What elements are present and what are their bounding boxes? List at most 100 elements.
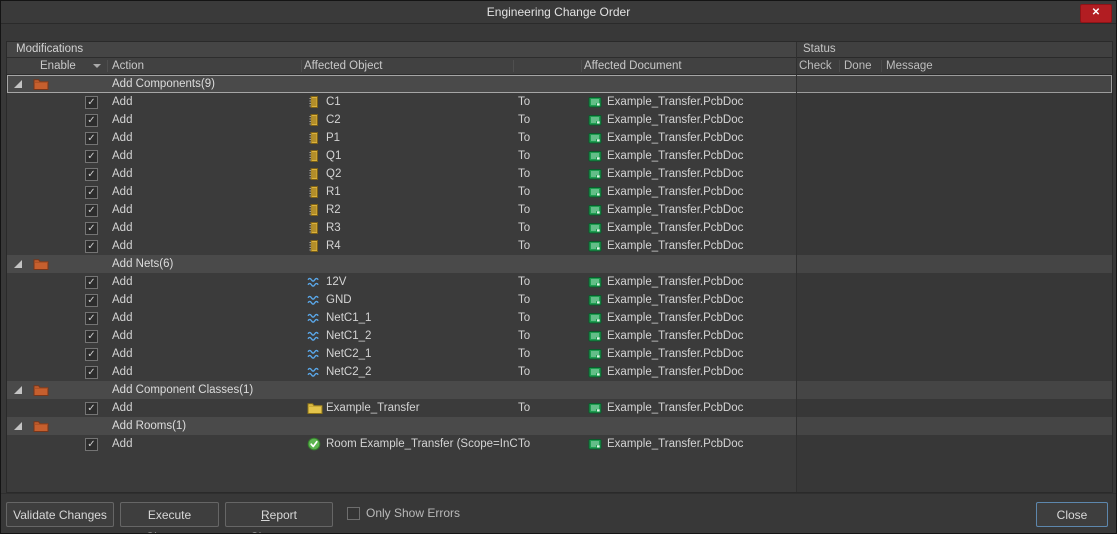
change-row[interactable]: ✓AddP1ToExample_Transfer.PcbDoc <box>7 129 1112 147</box>
change-row[interactable]: ✓AddExample_TransferToExample_Transfer.P… <box>7 399 1112 417</box>
only-show-errors-checkbox[interactable] <box>347 507 360 520</box>
enable-checkbox[interactable]: ✓ <box>85 276 98 289</box>
change-row[interactable]: ✓AddRoom Example_Transfer (Scope=InCorTo… <box>7 435 1112 453</box>
enable-checkbox[interactable]: ✓ <box>85 96 98 109</box>
enable-checkbox[interactable]: ✓ <box>85 132 98 145</box>
change-row[interactable]: ✓AddNetC2_1ToExample_Transfer.PcbDoc <box>7 345 1112 363</box>
to-cell: To <box>518 165 530 183</box>
modifications-panel: Modifications Status Enable Action Affec… <box>6 41 1113 493</box>
to-cell: To <box>518 273 530 291</box>
enable-checkbox[interactable]: ✓ <box>85 150 98 163</box>
group-row[interactable]: Add Component Classes(1) <box>7 381 1112 399</box>
group-row[interactable]: Add Components(9) <box>7 75 1112 93</box>
document-cell: Example_Transfer.PcbDoc <box>607 111 743 129</box>
column-separator <box>881 60 882 72</box>
only-show-errors-label[interactable]: Only Show Errors <box>366 506 460 521</box>
enable-checkbox[interactable]: ✓ <box>85 204 98 217</box>
action-cell: Add <box>112 129 132 147</box>
changes-list: Add Components(9)✓AddC1ToExample_Transfe… <box>7 75 1112 453</box>
execute-changes-button[interactable]: Execute Changes <box>120 502 219 527</box>
enable-checkbox[interactable]: ✓ <box>85 366 98 379</box>
folder-red-icon <box>33 419 49 433</box>
titlebar[interactable]: Engineering Change Order ✕ <box>1 1 1116 24</box>
object-cell: R3 <box>326 219 517 237</box>
column-affected-document[interactable]: Affected Document <box>584 58 682 74</box>
change-row[interactable]: ✓AddNetC1_2ToExample_Transfer.PcbDoc <box>7 327 1112 345</box>
component-icon <box>307 239 321 253</box>
object-cell: NetC2_2 <box>326 363 517 381</box>
enable-checkbox[interactable]: ✓ <box>85 186 98 199</box>
folder-red-icon <box>33 383 49 397</box>
change-row[interactable]: ✓AddGNDToExample_Transfer.PcbDoc <box>7 291 1112 309</box>
column-done[interactable]: Done <box>844 58 872 74</box>
document-cell: Example_Transfer.PcbDoc <box>607 399 743 417</box>
change-row[interactable]: ✓AddNetC2_2ToExample_Transfer.PcbDoc <box>7 363 1112 381</box>
pcbdoc-icon <box>588 113 602 127</box>
column-affected-object[interactable]: Affected Object <box>304 58 382 74</box>
document-cell: Example_Transfer.PcbDoc <box>607 165 743 183</box>
pcbdoc-icon <box>588 185 602 199</box>
net-icon <box>307 293 321 307</box>
change-row[interactable]: ✓Add12VToExample_Transfer.PcbDoc <box>7 273 1112 291</box>
component-icon <box>307 131 321 145</box>
object-cell: GND <box>326 291 517 309</box>
to-cell: To <box>518 309 530 327</box>
enable-checkbox[interactable]: ✓ <box>85 168 98 181</box>
change-row[interactable]: ✓AddNetC1_1ToExample_Transfer.PcbDoc <box>7 309 1112 327</box>
change-row[interactable]: ✓AddR4ToExample_Transfer.PcbDoc <box>7 237 1112 255</box>
change-row[interactable]: ✓AddC1ToExample_Transfer.PcbDoc <box>7 93 1112 111</box>
component-icon <box>307 113 321 127</box>
to-cell: To <box>518 291 530 309</box>
change-row[interactable]: ✓AddR2ToExample_Transfer.PcbDoc <box>7 201 1112 219</box>
document-cell: Example_Transfer.PcbDoc <box>607 219 743 237</box>
net-icon <box>307 311 321 325</box>
document-cell: Example_Transfer.PcbDoc <box>607 237 743 255</box>
enable-checkbox[interactable]: ✓ <box>85 240 98 253</box>
document-cell: Example_Transfer.PcbDoc <box>607 183 743 201</box>
report-changes-button[interactable]: Report Changes... <box>225 502 333 527</box>
collapse-icon[interactable] <box>14 422 22 430</box>
group-row[interactable]: Add Rooms(1) <box>7 417 1112 435</box>
enable-checkbox[interactable]: ✓ <box>85 114 98 127</box>
action-cell: Add <box>112 201 132 219</box>
action-cell: Add <box>112 399 132 417</box>
group-label: Add Components(9) <box>112 75 215 93</box>
change-row[interactable]: ✓AddQ2ToExample_Transfer.PcbDoc <box>7 165 1112 183</box>
column-message[interactable]: Message <box>886 58 933 74</box>
group-row[interactable]: Add Nets(6) <box>7 255 1112 273</box>
document-cell: Example_Transfer.PcbDoc <box>607 435 743 453</box>
enable-checkbox[interactable]: ✓ <box>85 348 98 361</box>
enable-checkbox[interactable]: ✓ <box>85 294 98 307</box>
action-cell: Add <box>112 363 132 381</box>
validate-changes-button[interactable]: Validate Changes <box>6 502 114 527</box>
document-cell: Example_Transfer.PcbDoc <box>607 291 743 309</box>
change-row[interactable]: ✓AddR3ToExample_Transfer.PcbDoc <box>7 219 1112 237</box>
column-check[interactable]: Check <box>799 58 832 74</box>
pcbdoc-icon <box>588 239 602 253</box>
sort-desc-icon[interactable] <box>93 64 101 72</box>
enable-checkbox[interactable]: ✓ <box>85 438 98 451</box>
folder-red-icon <box>33 77 49 91</box>
object-cell: NetC2_1 <box>326 345 517 363</box>
column-separator <box>513 60 514 72</box>
column-enable[interactable]: Enable <box>40 58 76 74</box>
to-cell: To <box>518 327 530 345</box>
enable-checkbox[interactable]: ✓ <box>85 312 98 325</box>
to-cell: To <box>518 237 530 255</box>
component-icon <box>307 185 321 199</box>
change-row[interactable]: ✓AddC2ToExample_Transfer.PcbDoc <box>7 111 1112 129</box>
document-cell: Example_Transfer.PcbDoc <box>607 201 743 219</box>
document-cell: Example_Transfer.PcbDoc <box>607 93 743 111</box>
collapse-icon[interactable] <box>14 386 22 394</box>
collapse-icon[interactable] <box>14 260 22 268</box>
close-dialog-button[interactable]: Close <box>1036 502 1108 527</box>
close-button[interactable]: ✕ <box>1080 4 1112 23</box>
enable-checkbox[interactable]: ✓ <box>85 402 98 415</box>
enable-checkbox[interactable]: ✓ <box>85 222 98 235</box>
change-row[interactable]: ✓AddR1ToExample_Transfer.PcbDoc <box>7 183 1112 201</box>
enable-checkbox[interactable]: ✓ <box>85 330 98 343</box>
change-row[interactable]: ✓AddQ1ToExample_Transfer.PcbDoc <box>7 147 1112 165</box>
collapse-icon[interactable] <box>14 80 22 88</box>
column-action[interactable]: Action <box>112 58 144 74</box>
to-cell: To <box>518 435 530 453</box>
